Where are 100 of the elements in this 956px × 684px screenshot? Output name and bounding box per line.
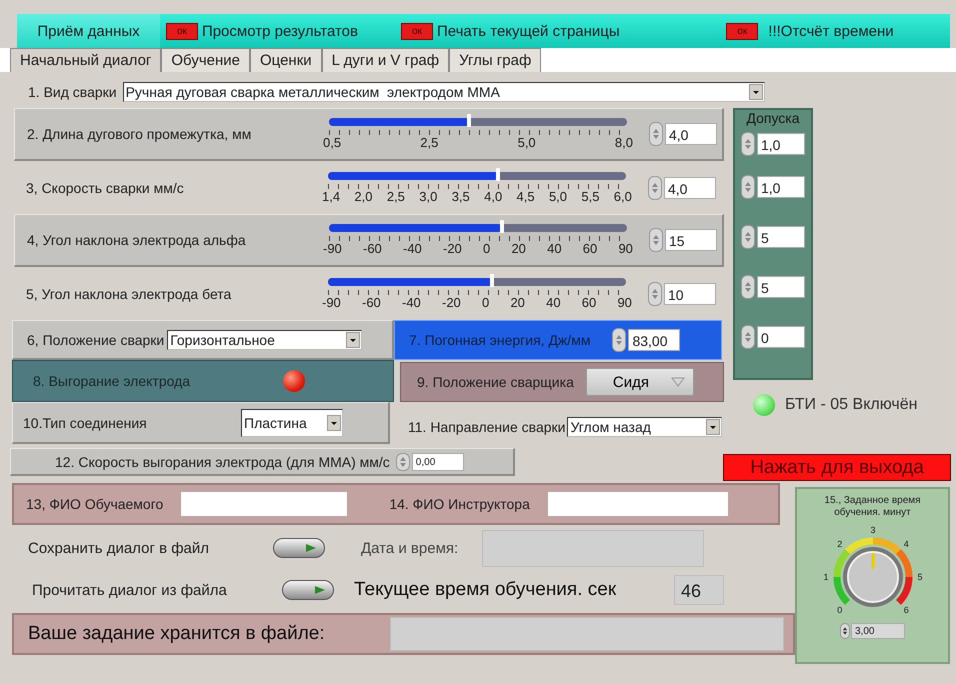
scale-label: 0 — [836, 605, 842, 616]
button-label: Сохранить диалог в файл — [28, 540, 210, 556]
input-field[interactable] — [181, 492, 348, 516]
up-down-arrows-icon — [744, 330, 752, 344]
numeric-field[interactable]: 1,0 — [757, 133, 805, 155]
ok-indicator: ок — [726, 22, 758, 40]
slider-label: 5, Угол наклона электрода бета — [25, 286, 232, 302]
numeric-field[interactable]: 5 — [757, 276, 805, 298]
indicator-label: 8. Выгорание электрода — [33, 373, 192, 389]
ok-indicator: ок — [401, 22, 433, 40]
scale-label: 20 — [510, 294, 525, 310]
scale-label: -90 — [322, 294, 341, 310]
numeric-field[interactable]: 4,0 — [665, 123, 717, 145]
input-field[interactable] — [548, 492, 728, 516]
toggle-button[interactable] — [273, 538, 325, 558]
field-label: 10.Тип соединения — [23, 414, 148, 430]
field-label: 12. Скорость выгорания электрода (для ММА) мм/с — [55, 454, 390, 470]
numeric-field[interactable]: 4,0 — [664, 176, 716, 198]
tab[interactable]: Оценки — [250, 48, 322, 72]
up-down-arrows-icon — [744, 230, 752, 244]
knob-title: 15., Заданное время обучения. минут — [823, 495, 922, 519]
field-label: Ваше задание хранится в файле: — [28, 623, 326, 645]
tab[interactable]: L дуги и V граф — [322, 48, 450, 72]
scale-label: 5 — [917, 572, 922, 582]
toolbar-button[interactable]: ок Печать текущей страницы — [395, 14, 670, 48]
toggle-button[interactable] — [282, 580, 334, 600]
slider-thumb[interactable] — [467, 114, 472, 127]
scale-label: 4,0 — [484, 188, 502, 204]
panel-title: Допуска — [746, 110, 800, 126]
scale-label: 2,5 — [386, 188, 405, 204]
up-down-arrows-icon — [651, 180, 659, 194]
dropdown[interactable]: Ручная дуговая сварка металлическим электродом ММА — [122, 82, 765, 102]
ring-selector[interactable]: Сидя — [586, 368, 694, 396]
dropdown[interactable]: Горизонтальное — [167, 330, 362, 350]
scale-label: 1,4 — [322, 188, 340, 204]
up-down-arrows-icon — [398, 454, 407, 468]
slider-thumb[interactable] — [496, 168, 500, 180]
scale-label: 0 — [482, 294, 490, 310]
caret-icon — [346, 332, 360, 348]
scale-label: 40 — [546, 294, 561, 310]
caret-icon — [748, 84, 763, 100]
field-label: Текущее время обучения. сек — [354, 579, 618, 601]
numeric-field[interactable]: 83,00 — [628, 329, 680, 351]
scale-label: 4 — [903, 538, 908, 549]
arrow-icon — [304, 543, 318, 553]
up-down-arrows-icon — [744, 280, 752, 294]
toolbar-button[interactable]: ок Просмотр результатов — [160, 14, 395, 48]
toolbar-button[interactable]: Приём данных — [17, 14, 160, 48]
field-label: 14. ФИО Инструктора — [389, 496, 530, 512]
scale-label: -40 — [403, 241, 422, 256]
slider-label: 3, Скорость сварки мм/с — [25, 180, 185, 196]
toolbar-button[interactable]: ок !!!Отсчёт времени — [670, 14, 950, 48]
scale-label: -90 — [323, 241, 342, 256]
scale-label: 5,0 — [548, 188, 568, 204]
field-label: Дата и время: — [361, 540, 458, 556]
spin-button[interactable] — [612, 328, 626, 352]
scale-label: 5,5 — [581, 188, 600, 204]
scale-label: 6 — [903, 605, 908, 616]
numeric-field[interactable]: 3,00 — [851, 623, 905, 639]
scale-label: 90 — [618, 241, 633, 256]
arrow-icon — [313, 585, 327, 595]
scale-label: -60 — [363, 241, 382, 256]
exit-button[interactable]: Нажать для выхода — [723, 454, 951, 481]
scale-label: 3,5 — [452, 188, 470, 204]
spin-button[interactable] — [840, 623, 850, 639]
slider-thumb[interactable] — [500, 220, 504, 233]
dropdown[interactable]: Углом назад — [567, 417, 722, 437]
caret-icon — [670, 377, 685, 387]
scale-label: 60 — [582, 294, 596, 310]
scale-label: 3,0 — [419, 188, 438, 204]
scale-label: 0 — [483, 241, 490, 256]
numeric-field[interactable]: 0 — [757, 326, 805, 348]
knob[interactable] — [842, 547, 902, 607]
scale-label: 60 — [582, 241, 598, 256]
numeric-field[interactable]: 5 — [757, 226, 805, 248]
dropdown[interactable]: Пластина — [241, 408, 343, 436]
scale-label: 20 — [511, 241, 526, 256]
button-label: Прочитать диалог из файла — [32, 582, 228, 598]
numeric-field[interactable]: 0,00 — [412, 452, 464, 470]
slider-label: 4, Угол наклона электрода альфа — [26, 232, 247, 248]
up-down-arrows-icon — [652, 127, 660, 141]
field-label: 6, Положение сварки — [27, 332, 164, 348]
tab[interactable]: Начальный диалог — [10, 48, 162, 72]
up-down-arrows-icon — [744, 137, 752, 151]
field-label: 1. Вид сварки — [28, 84, 117, 100]
tab[interactable]: Углы граф — [449, 48, 542, 72]
scale-label: 8,0 — [614, 135, 633, 150]
tab[interactable]: Обучение — [161, 48, 250, 72]
numeric-field[interactable]: 1,0 — [757, 176, 805, 198]
slider-thumb[interactable] — [490, 274, 494, 286]
caret-icon — [327, 414, 341, 430]
up-down-arrows-icon — [615, 333, 624, 347]
scale-label: 90 — [617, 294, 632, 310]
scale-label: 40 — [547, 241, 562, 256]
scale-label: 4,5 — [516, 188, 535, 204]
field-label: 13, ФИО Обучаемого — [26, 496, 164, 512]
numeric-field[interactable]: 10 — [664, 282, 716, 304]
slider-label: 2. Длина дугового промежутка, мм — [26, 126, 252, 142]
field-label: 9. Положение сварщика — [417, 374, 574, 390]
numeric-field[interactable]: 15 — [665, 229, 717, 251]
